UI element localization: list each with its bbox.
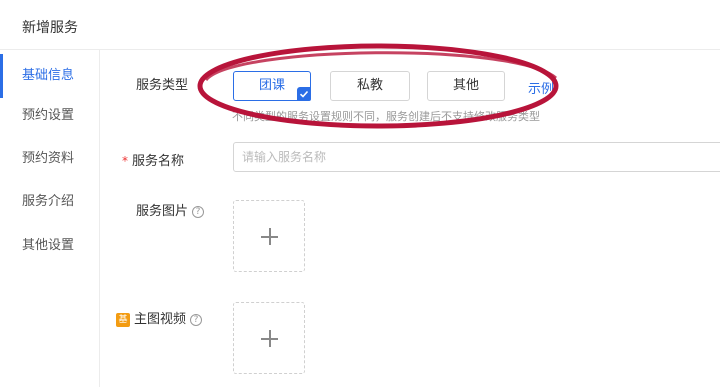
service-name-input[interactable] — [233, 142, 720, 172]
service-type-hint: 不同类型的服务设置规则不同，服务创建后不支持修改服务类型 — [232, 110, 540, 123]
type-option-other[interactable]: 其他 — [427, 71, 505, 101]
page-header: 新增服务 — [0, 0, 720, 50]
basic-badge: 基 — [116, 313, 130, 327]
sidebar-item-booking-info[interactable]: 预约资料 — [0, 137, 99, 181]
page-title: 新增服务 — [22, 20, 78, 36]
plus-icon — [269, 330, 271, 347]
service-type-label: 服务类型 — [136, 78, 189, 93]
type-option-label: 其他 — [452, 78, 479, 93]
service-image-text: 服务图片 — [136, 204, 189, 219]
type-option-label: 私教 — [356, 78, 383, 93]
required-mark: * — [122, 154, 128, 168]
main-video-text: 主图视频 — [134, 312, 187, 327]
type-option-group-class[interactable]: 团课 — [233, 71, 311, 101]
sidebar-item-booking-settings[interactable]: 预约设置 — [0, 94, 99, 138]
help-icon[interactable]: ? — [190, 314, 203, 326]
service-image-label: 服务图片? — [136, 200, 205, 219]
sidebar-item-service-intro[interactable]: 服务介绍 — [0, 180, 99, 224]
example-link[interactable]: 示例 — [528, 78, 554, 97]
type-option-private[interactable]: 私教 — [330, 71, 410, 101]
check-icon — [297, 87, 311, 101]
sidebar-item-other-settings[interactable]: 其他设置 — [0, 224, 99, 268]
service-image-upload[interactable] — [233, 200, 305, 272]
main-video-label: 基主图视频? — [116, 308, 203, 327]
type-option-label: 团课 — [258, 78, 285, 93]
plus-icon — [269, 228, 271, 245]
service-name-text: 服务名称 — [132, 154, 185, 169]
help-icon[interactable]: ? — [192, 206, 205, 218]
sidebar-item-basic-info[interactable]: 基础信息 — [0, 54, 99, 98]
main-video-upload[interactable] — [233, 302, 305, 374]
service-name-label: * 服务名称 — [122, 150, 184, 169]
sidebar: 基础信息 预约设置 预约资料 服务介绍 其他设置 — [0, 50, 100, 387]
